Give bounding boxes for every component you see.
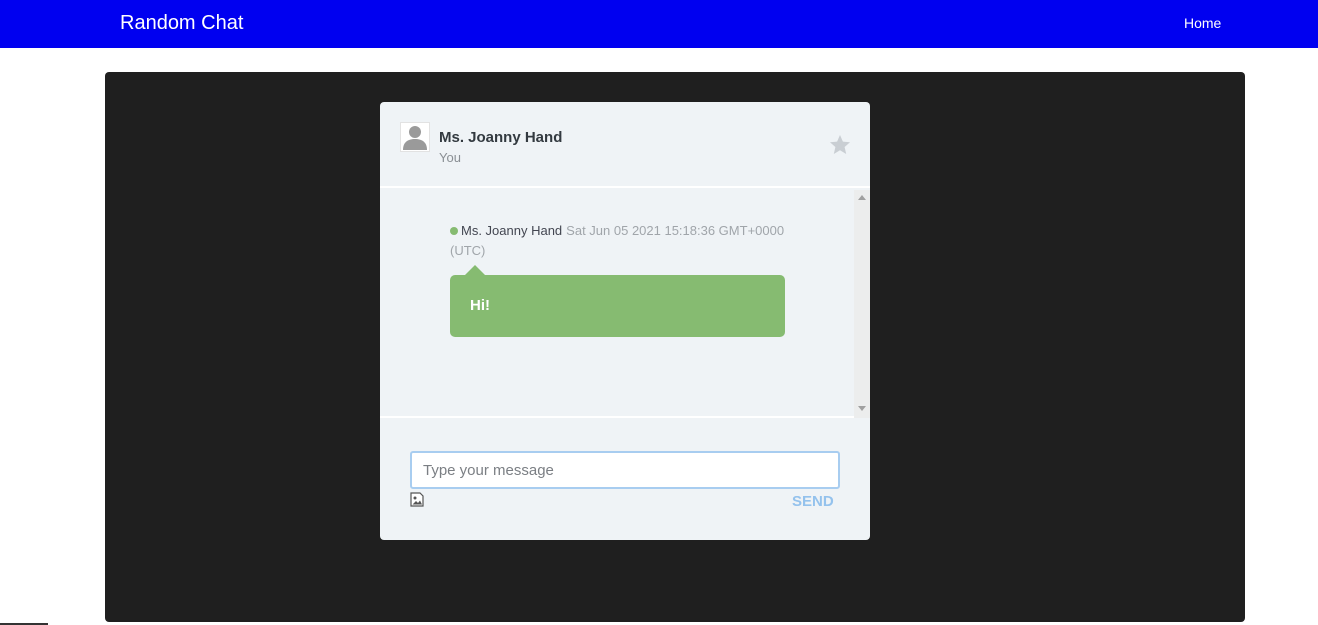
brand-title[interactable]: Random Chat bbox=[120, 11, 243, 35]
message-composer: SEND bbox=[380, 420, 870, 540]
message-meta: Ms. Joanny Hand Sat Jun 05 2021 15:18:36 … bbox=[450, 221, 820, 261]
nav-home-link[interactable]: Home bbox=[1184, 14, 1221, 32]
chat-header: Ms. Joanny Hand You bbox=[380, 102, 870, 188]
message-bubble: Hi! bbox=[450, 265, 785, 337]
send-button[interactable]: SEND bbox=[792, 493, 834, 511]
star-icon[interactable] bbox=[828, 133, 852, 157]
scroll-up-arrow-icon[interactable] bbox=[858, 195, 866, 200]
message-list[interactable]: Ms. Joanny Hand Sat Jun 05 2021 15:18:36 … bbox=[380, 190, 870, 418]
image-icon[interactable] bbox=[410, 492, 424, 507]
chat-window: Ms. Joanny Hand You Ms. Joanny Hand Sat J… bbox=[380, 102, 870, 540]
chat-partner-name: Ms. Joanny Hand bbox=[439, 129, 563, 146]
top-navbar: Random Chat Home bbox=[0, 0, 1318, 48]
bubble-tail bbox=[465, 265, 485, 275]
message-text: Hi! bbox=[470, 297, 490, 314]
chat-partner-subtitle: You bbox=[439, 150, 461, 165]
message-scrollbar[interactable] bbox=[854, 190, 870, 418]
avatar bbox=[400, 122, 430, 152]
online-status-dot bbox=[450, 227, 458, 235]
message-input[interactable] bbox=[410, 451, 840, 489]
user-silhouette-icon bbox=[403, 126, 427, 150]
message-author: Ms. Joanny Hand bbox=[461, 223, 563, 238]
scroll-down-arrow-icon[interactable] bbox=[858, 406, 866, 411]
